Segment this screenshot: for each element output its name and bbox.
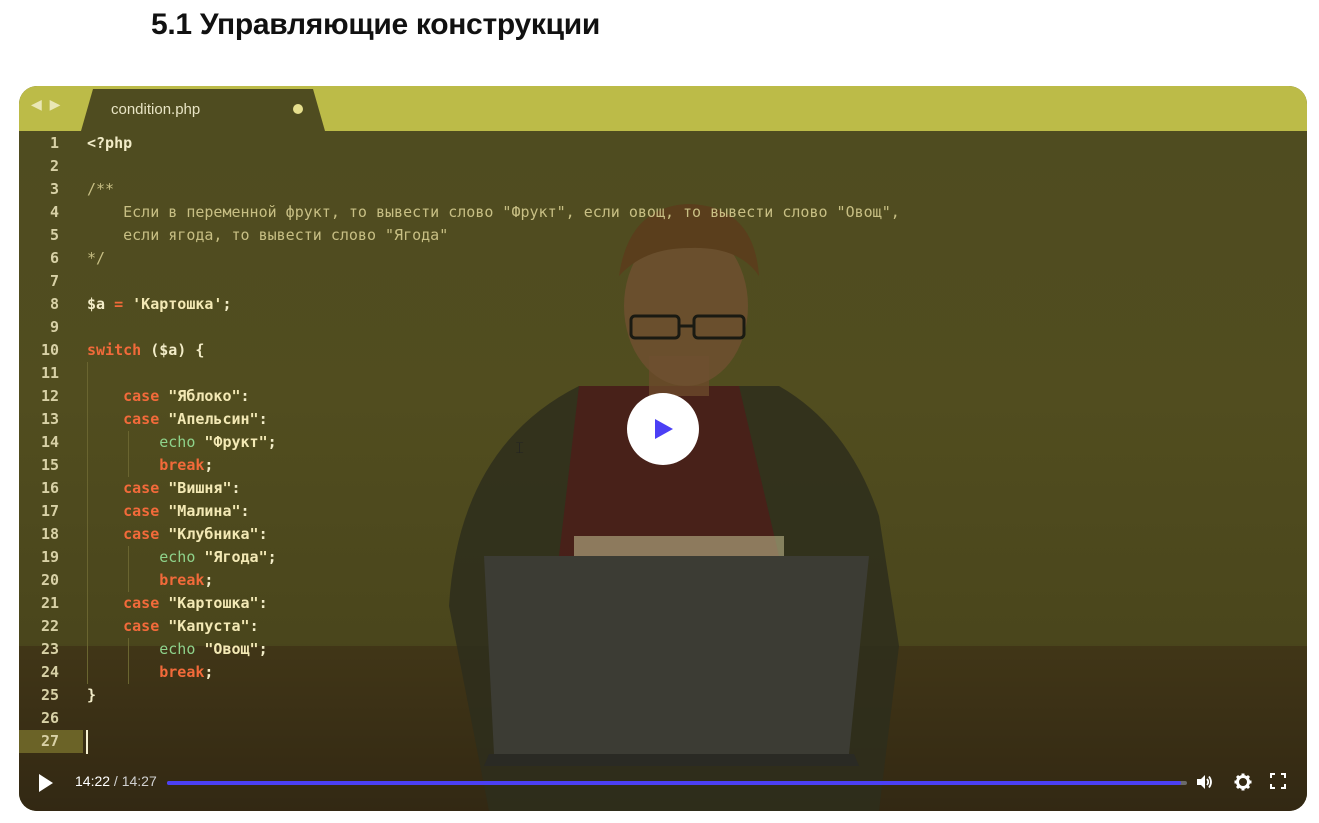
indent-guide <box>128 638 129 684</box>
code-text: case "Клубника": <box>123 525 268 543</box>
settings-button[interactable] <box>1234 773 1252 796</box>
line-number: 9 <box>49 318 59 336</box>
code-text: echo "Фрукт"; <box>159 433 277 451</box>
line-number: 4 <box>49 203 59 221</box>
line-number: 24 <box>40 663 59 681</box>
volume-button[interactable] <box>1195 773 1213 796</box>
settings-icon <box>1234 773 1252 791</box>
code-text: break; <box>159 571 214 589</box>
editor-tab-bar: ◀ ▶ condition.php <box>19 86 1307 131</box>
time-separator: / <box>110 773 122 789</box>
code-text: $a = 'Картошка'; <box>87 295 232 313</box>
code-text: echo "Ягода"; <box>159 548 277 566</box>
code-text: case "Картошка": <box>123 594 268 612</box>
code-text: case "Капуста": <box>123 617 259 635</box>
line-number: 6 <box>49 249 59 267</box>
code-text: echo "Овощ"; <box>159 640 268 658</box>
line-number: 12 <box>40 387 59 405</box>
line-number: 13 <box>40 410 59 428</box>
line-number: 7 <box>49 272 59 290</box>
big-play-icon <box>655 419 673 439</box>
fullscreen-icon <box>1270 773 1286 789</box>
code-text: если ягода, то вывести слово "Ягода" <box>87 226 449 244</box>
code-text: case "Вишня": <box>123 479 241 497</box>
play-icon <box>39 774 53 792</box>
code-text: case "Апельсин": <box>123 410 268 428</box>
big-play-button[interactable] <box>627 393 699 465</box>
line-number: 1 <box>49 134 59 152</box>
unsaved-dot-icon <box>293 104 303 114</box>
code-text: /** <box>87 180 115 198</box>
video-player[interactable]: ◀ ▶ condition.php 1 <?php 2 3/** 4 Если в пе… <box>19 86 1307 811</box>
time-display: 14:22 / 14:27 <box>75 773 157 789</box>
code-text: } <box>87 686 97 704</box>
page-title: 5.1 Управляющие конструкции <box>151 8 600 41</box>
code-text: switch ($a) { <box>87 341 205 359</box>
player-controls: 14:22 / 14:27 <box>19 755 1307 811</box>
code-text: break; <box>159 663 214 681</box>
progress-fill <box>167 781 1181 785</box>
current-time: 14:22 <box>75 773 111 789</box>
line-number: 17 <box>40 502 59 520</box>
tab-condition-php: condition.php <box>81 89 325 131</box>
indent-guide <box>128 546 129 592</box>
line-number: 14 <box>40 433 59 451</box>
line-number: 26 <box>40 709 59 727</box>
play-button[interactable] <box>37 773 55 798</box>
indent-guide <box>87 362 88 684</box>
line-number: 21 <box>40 594 59 612</box>
indent-guide <box>128 431 129 477</box>
line-number: 18 <box>40 525 59 543</box>
code-text: Если в переменной фрукт, то вывести слов… <box>87 203 900 221</box>
line-number: 19 <box>40 548 59 566</box>
code-text: case "Яблоко": <box>123 387 250 405</box>
code-text: */ <box>87 249 106 267</box>
line-number: 20 <box>40 571 59 589</box>
tab-nav-arrows-icon: ◀ ▶ <box>31 96 63 112</box>
line-number: 11 <box>40 364 59 382</box>
line-number: 23 <box>40 640 59 658</box>
line-number: 3 <box>49 180 59 198</box>
line-number: 25 <box>40 686 59 704</box>
progress-bar[interactable] <box>167 781 1187 785</box>
text-cursor-icon: 𝙸 <box>514 440 526 457</box>
duration: 14:27 <box>121 773 157 789</box>
volume-icon <box>1197 775 1212 789</box>
line-number: 5 <box>49 226 59 244</box>
code-text: case "Малина": <box>123 502 250 520</box>
line-number: 8 <box>49 295 59 313</box>
tab-label: condition.php <box>111 101 201 118</box>
line-number: 10 <box>40 341 59 359</box>
line-number: 2 <box>49 157 59 175</box>
line-number: 16 <box>40 479 59 497</box>
code-text: break; <box>159 456 214 474</box>
line-number: 22 <box>40 617 59 635</box>
fullscreen-button[interactable] <box>1270 773 1286 794</box>
line-number: 15 <box>40 456 59 474</box>
line-number: 27 <box>40 732 59 750</box>
text-caret <box>86 730 88 754</box>
code-text: <?php <box>87 134 133 152</box>
